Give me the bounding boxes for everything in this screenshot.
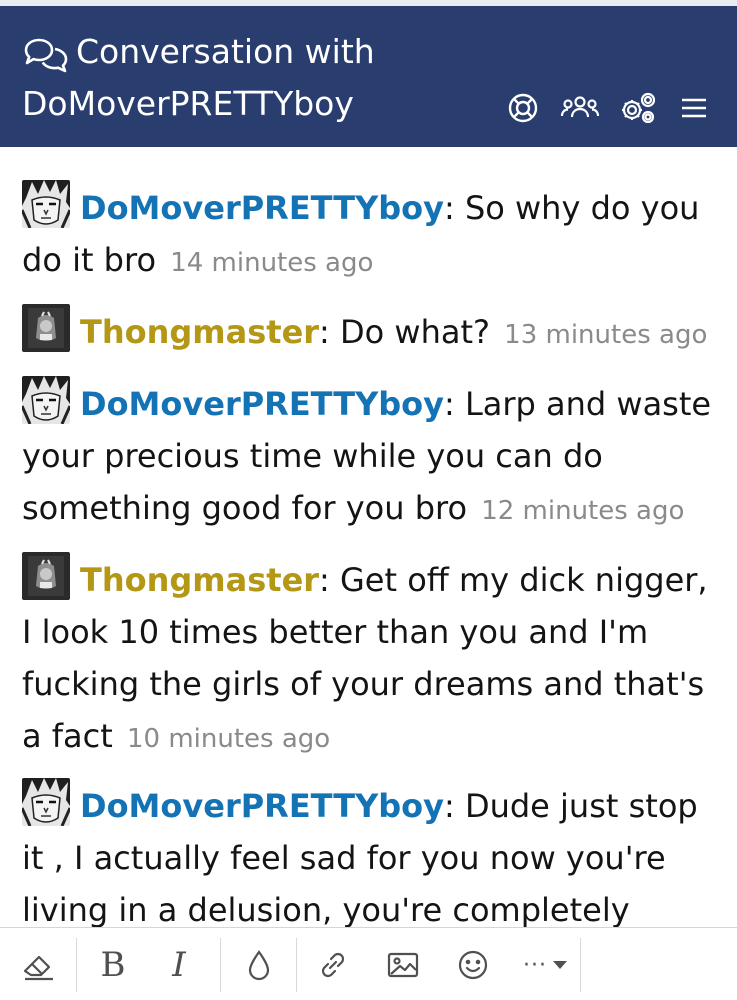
menu-icon[interactable] <box>676 90 712 126</box>
message-author[interactable]: Thongmaster <box>80 313 319 351</box>
toolbar-divider <box>296 938 297 992</box>
toolbar-divider <box>220 938 221 992</box>
eraser-icon[interactable] <box>14 940 64 990</box>
gears-icon[interactable] <box>618 90 658 126</box>
message-list: DoMoverPRETTYboy: So why do you do it br… <box>0 147 737 927</box>
message-item: DoMoverPRETTYboy: So why do you do it br… <box>22 180 722 289</box>
manga-face-avatar[interactable] <box>22 376 70 424</box>
toolbar-divider <box>76 938 77 992</box>
message-item: DoMoverPRETTYboy: Dude just stop it , I … <box>22 778 722 927</box>
message-author[interactable]: DoMoverPRETTYboy <box>80 189 444 227</box>
message-text: Do what? <box>329 313 490 351</box>
users-icon[interactable] <box>560 90 600 126</box>
message-separator: : <box>443 189 455 227</box>
smiley-icon[interactable] <box>448 940 498 990</box>
dark-photo-avatar[interactable] <box>22 304 70 352</box>
dark-photo-avatar[interactable] <box>22 552 70 600</box>
message-item: Thongmaster: Do what? 13 minutes ago <box>22 304 722 361</box>
message-author[interactable]: DoMoverPRETTYboy <box>80 385 444 423</box>
italic-button[interactable]: I <box>154 940 204 990</box>
chat-bubbles-icon <box>22 36 70 76</box>
toolbar-divider <box>580 938 581 992</box>
caret-down-icon <box>552 961 567 969</box>
message-separator: : <box>319 313 330 351</box>
message-separator: : <box>443 787 455 825</box>
message-author[interactable]: Thongmaster <box>80 561 319 599</box>
message-timestamp[interactable]: 10 minutes ago <box>127 724 330 754</box>
italic-label: I <box>172 945 186 985</box>
bold-button[interactable]: B <box>88 940 138 990</box>
lifebuoy-icon[interactable] <box>505 90 541 126</box>
message-author[interactable]: DoMoverPRETTYboy <box>80 787 444 825</box>
image-icon[interactable] <box>378 940 428 990</box>
conversation-title: Conversation with <box>76 32 375 71</box>
message-timestamp[interactable]: 13 minutes ago <box>504 320 707 350</box>
message-timestamp[interactable]: 12 minutes ago <box>481 496 684 526</box>
message-item: DoMoverPRETTYboy: Larp and waste your pr… <box>22 376 722 537</box>
message-separator: : <box>443 385 455 423</box>
conversation-partner-name: DoMoverPRETTYboy <box>22 84 354 123</box>
more-options-label: ··· <box>523 952 547 978</box>
editor-toolbar: B I ··· <box>0 927 737 1000</box>
text-color-drop-icon[interactable] <box>234 940 284 990</box>
more-options-button[interactable]: ··· <box>512 940 578 990</box>
bold-label: B <box>100 945 126 985</box>
message-item: Thongmaster: Get off my dick nigger, I l… <box>22 552 722 765</box>
link-icon[interactable] <box>308 940 358 990</box>
message-timestamp[interactable]: 14 minutes ago <box>170 248 373 278</box>
manga-face-avatar[interactable] <box>22 778 70 826</box>
conversation-header: Conversation with DoMoverPRETTYboy <box>0 6 737 147</box>
message-separator: : <box>319 561 330 599</box>
manga-face-avatar[interactable] <box>22 180 70 228</box>
